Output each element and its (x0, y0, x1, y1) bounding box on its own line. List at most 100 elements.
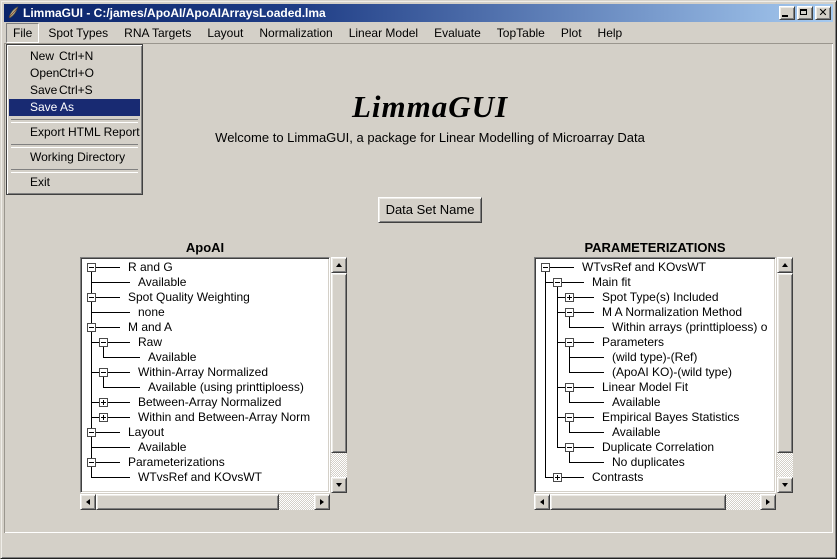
tree-toggle-minus-icon[interactable] (87, 428, 96, 437)
scrollbar-track[interactable] (777, 273, 793, 477)
menubar-item-spot-types[interactable]: Spot Types (41, 23, 115, 43)
scroll-up-icon (336, 263, 342, 267)
tree-node-label[interactable]: Main fit (592, 276, 631, 289)
tree-toggle-minus-icon[interactable] (87, 458, 96, 467)
menu-item-label: Save As (30, 100, 74, 114)
minimize-button[interactable] (779, 6, 795, 20)
tree-node-label[interactable]: Empirical Bayes Statistics (602, 411, 739, 424)
scroll-up-button[interactable] (331, 257, 347, 273)
tree-node-label[interactable]: (ApoAI KO)-(wild type) (612, 366, 732, 379)
tree-toggle-minus-icon[interactable] (541, 263, 550, 272)
tree-toggle-minus-icon[interactable] (565, 413, 574, 422)
tree-node-label[interactable]: Available (612, 426, 660, 439)
tree-node-label[interactable]: (wild type)-(Ref) (612, 351, 697, 364)
scrollbar-track[interactable] (331, 273, 347, 477)
tree-toggle-minus-icon[interactable] (565, 383, 574, 392)
menubar-item-linear-model[interactable]: Linear Model (342, 23, 425, 43)
tree-toggle-plus-icon[interactable] (565, 293, 574, 302)
tree-toggle-minus-icon[interactable] (565, 308, 574, 317)
scroll-right-button[interactable] (760, 494, 776, 510)
tree-node-label[interactable]: Available (148, 351, 196, 364)
tree-node-label[interactable]: Within and Between-Array Norm (138, 411, 310, 424)
right-tree-frame: WTvsRef and KOvsWT Main fit Spot Type(s) I… (534, 257, 793, 510)
tree-node-label[interactable]: WTvsRef and KOvsWT (138, 471, 262, 484)
scroll-left-button[interactable] (80, 494, 96, 510)
left-tree-canvas[interactable]: R and G Available Spot Quality Weighting no… (80, 257, 330, 493)
file-menu-item-save-as[interactable]: Save As (9, 99, 140, 116)
menubar-item-file[interactable]: File (6, 23, 39, 43)
tree-toggle-plus-icon[interactable] (99, 413, 108, 422)
tree-toggle-plus-icon[interactable] (99, 398, 108, 407)
scrollbar-thumb[interactable] (550, 494, 726, 510)
tree-node-label[interactable]: Within-Array Normalized (138, 366, 268, 379)
right-tree-canvas[interactable]: WTvsRef and KOvsWT Main fit Spot Type(s) I… (534, 257, 776, 493)
tree-node-label[interactable]: Available (612, 396, 660, 409)
tree-node-label[interactable]: Available (138, 441, 186, 454)
file-menu-item-exit[interactable]: Exit (9, 174, 140, 191)
tree-toggle-minus-icon[interactable] (553, 278, 562, 287)
tree-node-label[interactable]: Spot Quality Weighting (128, 291, 250, 304)
menubar-item-help[interactable]: Help (591, 23, 630, 43)
menubar-item-plot[interactable]: Plot (554, 23, 589, 43)
menubar-item-evaluate[interactable]: Evaluate (427, 23, 488, 43)
tree-node-label[interactable]: Between-Array Normalized (138, 396, 281, 409)
file-dropdown-menu: NewCtrl+NOpenCtrl+OSaveCtrl+SSave As Expo… (6, 44, 143, 195)
tree-node-label[interactable]: Linear Model Fit (602, 381, 688, 394)
tree-node-label[interactable]: Available (using printtiploess) (148, 381, 304, 394)
tree-toggle-minus-icon[interactable] (87, 323, 96, 332)
tree-node-label[interactable]: Within arrays (printtiploess) o (612, 321, 767, 334)
menubar-item-layout[interactable]: Layout (200, 23, 250, 43)
scroll-down-icon (782, 483, 788, 487)
tree-node-label[interactable]: M and A (128, 321, 172, 334)
file-menu-item-new[interactable]: NewCtrl+N (9, 48, 140, 65)
file-menu-item-export-html-report[interactable]: Export HTML Report (9, 124, 140, 141)
tree-node-label[interactable]: Spot Type(s) Included (602, 291, 719, 304)
title-bar[interactable]: LimmaGUI - C:/james/ApoAI/ApoAIArraysLoa… (4, 4, 833, 22)
tree-toggle-minus-icon[interactable] (87, 293, 96, 302)
close-button[interactable]: ✕ (815, 6, 831, 20)
tree-node-label[interactable]: Layout (128, 426, 164, 439)
menubar-item-rna-targets[interactable]: RNA Targets (117, 23, 198, 43)
tree-toggle-minus-icon[interactable] (87, 263, 96, 272)
tree-node-label[interactable]: Contrasts (592, 471, 643, 484)
tree-node-label[interactable]: Available (138, 276, 186, 289)
scroll-down-button[interactable] (331, 477, 347, 493)
minimize-icon (782, 15, 788, 17)
tree-node-label[interactable]: Duplicate Correlation (602, 441, 714, 454)
file-menu-item-open[interactable]: OpenCtrl+O (9, 65, 140, 82)
vertical-scrollbar[interactable] (331, 257, 347, 493)
scroll-right-button[interactable] (314, 494, 330, 510)
tree-node-label[interactable]: none (138, 306, 165, 319)
tree-node-label[interactable]: Parameterizations (128, 456, 225, 469)
file-menu-item-working-directory[interactable]: Working Directory (9, 149, 140, 166)
data-set-name-button[interactable]: Data Set Name (378, 197, 482, 223)
menubar-item-normalization[interactable]: Normalization (252, 23, 339, 43)
scrollbar-thumb[interactable] (777, 273, 793, 453)
tree-node-label[interactable]: M A Normalization Method (602, 306, 742, 319)
scrollbar-track[interactable] (550, 494, 760, 510)
tree-node-label[interactable]: Raw (138, 336, 162, 349)
tree-node-label[interactable]: R and G (128, 261, 173, 274)
scroll-down-button[interactable] (777, 477, 793, 493)
tree-node-label[interactable]: No duplicates (612, 456, 685, 469)
file-menu-item-save[interactable]: SaveCtrl+S (9, 82, 140, 99)
horizontal-scrollbar[interactable] (80, 494, 330, 510)
menubar-item-toptable[interactable]: TopTable (490, 23, 552, 43)
tree-toggle-plus-icon[interactable] (553, 473, 562, 482)
app-feather-icon[interactable] (6, 6, 20, 20)
tree-toggle-minus-icon[interactable] (99, 338, 108, 347)
scrollbar-thumb[interactable] (331, 273, 347, 453)
scrollbar-track[interactable] (96, 494, 314, 510)
tree-toggle-minus-icon[interactable] (99, 368, 108, 377)
maximize-button[interactable] (797, 6, 813, 20)
tree-connector-line (569, 357, 604, 358)
tree-toggle-minus-icon[interactable] (565, 443, 574, 452)
scrollbar-thumb[interactable] (96, 494, 279, 510)
tree-node-label[interactable]: WTvsRef and KOvsWT (582, 261, 706, 274)
tree-toggle-minus-icon[interactable] (565, 338, 574, 347)
tree-node-label[interactable]: Parameters (602, 336, 664, 349)
vertical-scrollbar[interactable] (777, 257, 793, 493)
scroll-left-button[interactable] (534, 494, 550, 510)
horizontal-scrollbar[interactable] (534, 494, 776, 510)
scroll-up-button[interactable] (777, 257, 793, 273)
